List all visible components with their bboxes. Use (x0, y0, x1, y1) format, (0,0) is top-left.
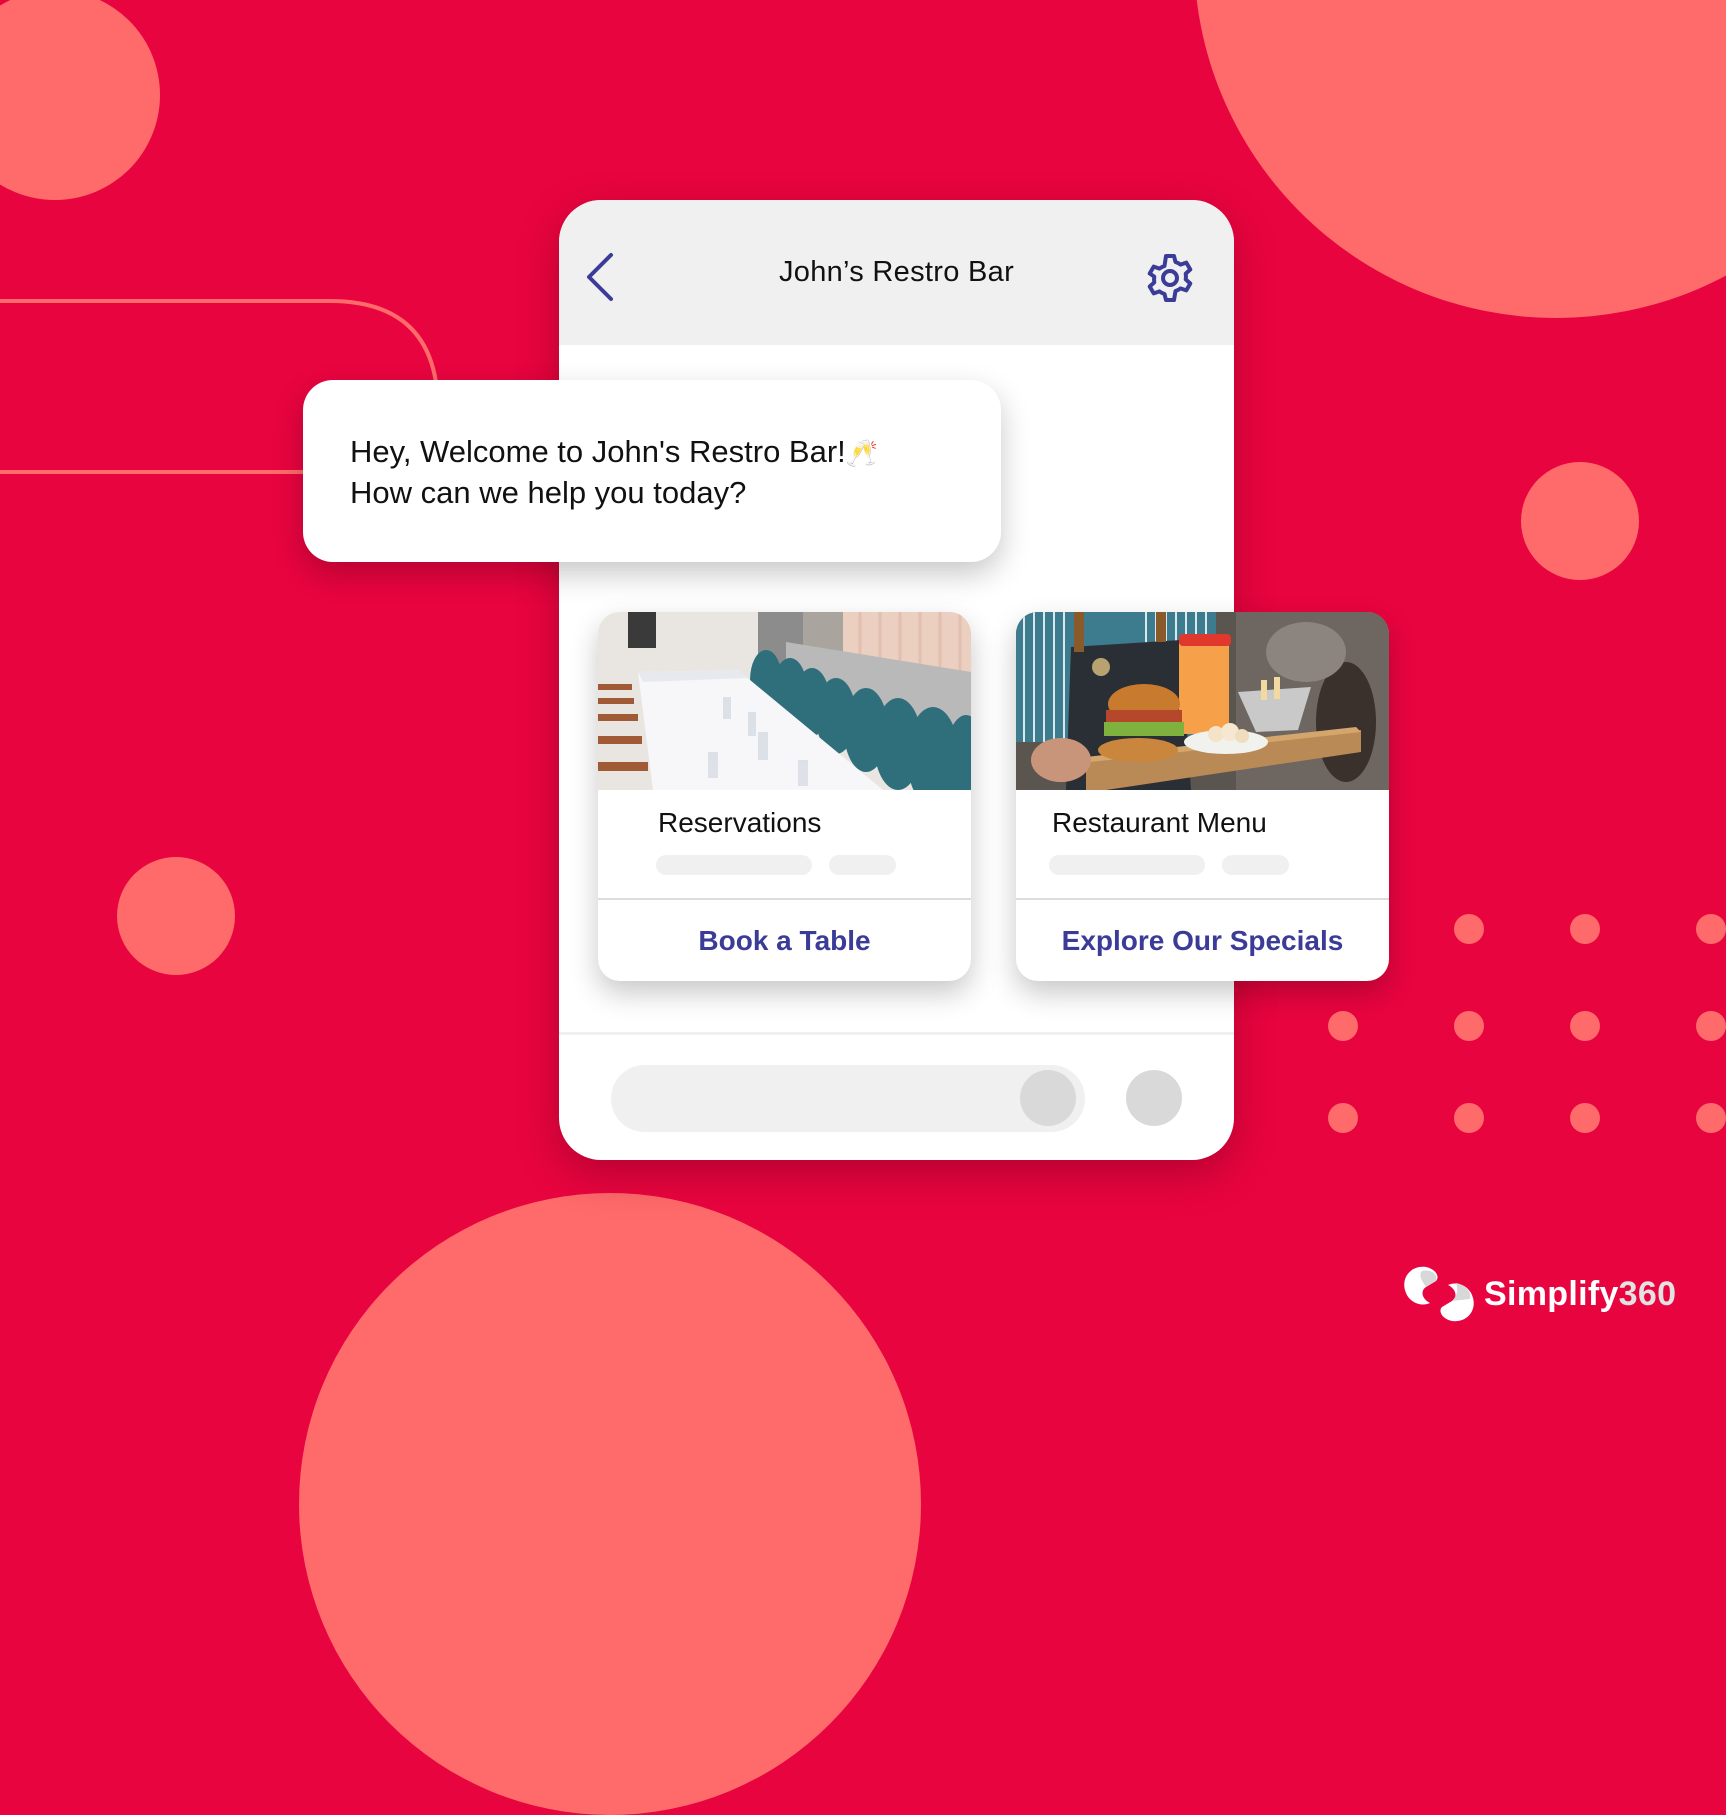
welcome-message-bubble: Hey, Welcome to John's Restro Bar!🥂 How … (303, 380, 1001, 562)
chat-title: John’s Restro Bar (778, 256, 1015, 288)
explore-specials-button[interactable]: Explore Our Specials (1016, 900, 1389, 981)
decor-dot (1570, 1103, 1600, 1133)
welcome-line-1: Hey, Welcome to John's Restro Bar!🥂 (350, 432, 878, 473)
decor-dot (1570, 1011, 1600, 1041)
simplify360-logo: Simplify360 (1400, 1262, 1676, 1326)
decor-circle-bottom (299, 1193, 921, 1815)
decor-dot (1570, 914, 1600, 944)
gear-icon (1147, 254, 1193, 302)
decor-dot (1696, 1011, 1726, 1041)
brand-number: 360 (1618, 1274, 1677, 1313)
simplify360-logo-icon (1404, 1266, 1474, 1322)
book-a-table-button[interactable]: Book a Table (598, 900, 971, 981)
decor-dot (1454, 1103, 1484, 1133)
message-input[interactable] (611, 1065, 1085, 1132)
decor-dot (1696, 914, 1726, 944)
decor-circle-right (1521, 462, 1639, 580)
text-placeholder-bar (1049, 855, 1205, 875)
decor-circle-left (117, 857, 235, 975)
decor-circle-top-right (1194, 0, 1726, 318)
decor-dot (1696, 1103, 1726, 1133)
restaurant-menu-card: Restaurant Menu Explore Our Specials (1016, 612, 1389, 981)
simplify360-wordmark: Simplify360 (1484, 1275, 1676, 1314)
card-title: Reservations (658, 807, 822, 838)
champagne-glasses-icon: 🥂 (845, 438, 879, 468)
send-button[interactable] (1126, 1070, 1182, 1126)
composer-divider (559, 1032, 1234, 1035)
restaurant-dining-image (598, 612, 971, 790)
attach-button[interactable] (1020, 1070, 1076, 1126)
welcome-line-1-text: Hey, Welcome to John's Restro Bar! (350, 434, 846, 469)
decor-dot (1328, 1103, 1358, 1133)
text-placeholder-bar (1222, 855, 1289, 875)
reservations-card: Reservations Book a Table (598, 612, 971, 981)
chat-header: John’s Restro Bar (559, 200, 1234, 345)
welcome-message-text: Hey, Welcome to John's Restro Bar!🥂 How … (350, 432, 878, 513)
decor-dot (1328, 1011, 1358, 1041)
brand-name: Simplify (1484, 1274, 1619, 1313)
text-placeholder-bar (656, 855, 812, 875)
settings-button[interactable] (1144, 252, 1196, 304)
welcome-line-2: How can we help you today? (350, 475, 747, 510)
text-placeholder-bar (829, 855, 896, 875)
decor-dot (1454, 914, 1484, 944)
card-title: Restaurant Menu (1052, 807, 1267, 838)
burger-tray-image (1016, 612, 1389, 790)
decor-dot (1454, 1011, 1484, 1041)
